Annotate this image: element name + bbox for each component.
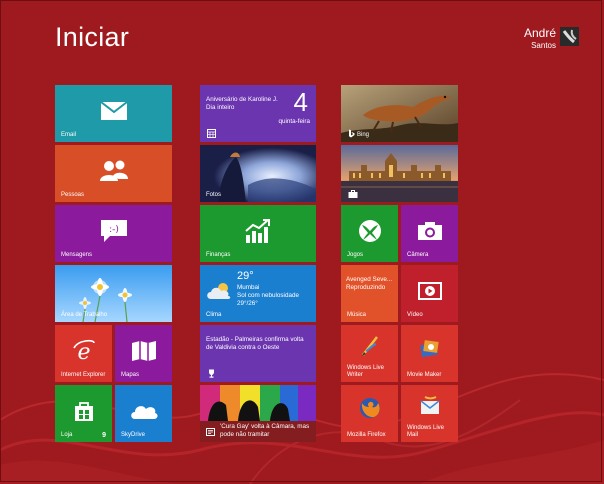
tile-bing[interactable]: Bing	[341, 85, 458, 142]
tile-label: Pessoas	[61, 192, 85, 198]
games-icon	[358, 220, 381, 243]
wlw-icon	[361, 335, 378, 356]
tile-wlw[interactable]: Windows Live Writer	[341, 325, 398, 382]
weather-range: 29°/26°	[237, 300, 258, 307]
tile-email[interactable]: Email	[55, 85, 172, 142]
tile-label: Internet Explorer	[61, 372, 106, 378]
tile-label: Mapas	[121, 372, 140, 378]
tile-label: Área de Trabalho	[61, 312, 108, 318]
tile-label: Clima	[206, 312, 222, 318]
user-last-name: Santos	[531, 41, 556, 50]
tile-label: Finanças	[206, 252, 231, 258]
tile-label: Vídeo	[407, 312, 423, 318]
news-icon	[206, 428, 215, 436]
news2-headline: 'Cura Gay' volta à Câmara, mas pode não …	[220, 423, 310, 438]
video-icon	[417, 282, 442, 301]
avatar[interactable]	[560, 27, 579, 46]
tile-wlmail[interactable]: Windows Live Mail	[401, 385, 458, 442]
weather-icon	[207, 283, 231, 299]
tile-video[interactable]: Vídeo	[401, 265, 458, 322]
firefox-icon	[359, 397, 380, 418]
tile-label: Windows Live Mail	[407, 425, 445, 438]
tile-label: Mensagens	[61, 252, 93, 258]
tile-skydrive[interactable]: SkyDrive	[115, 385, 172, 442]
page-title: Iniciar	[55, 22, 130, 52]
tile-clima[interactable]: 29° Mumbai Sol com nebulosidade 29°/26° …	[200, 265, 316, 322]
tile-label: SkyDrive	[121, 432, 146, 438]
tile-noticias[interactable]: 'Cura Gay' volta à Câmara, mas pode não …	[200, 385, 316, 442]
user-info[interactable]: André Santos	[524, 27, 556, 50]
tile-esportes[interactable]: Estadão - Palmeiras confirma volta de Va…	[200, 325, 316, 382]
bing-icon	[349, 129, 355, 138]
tile-label: Movie Maker	[407, 372, 442, 378]
weather-temp: 29°	[237, 270, 254, 282]
trophy-icon	[209, 369, 214, 378]
tile-label: Jogos	[347, 252, 364, 258]
tile-mensagens[interactable]: :-) Mensagens	[55, 205, 172, 262]
svg-text::-): :-)	[109, 225, 119, 235]
tile-ie[interactable]: e Internet Explorer	[55, 325, 112, 382]
tile-label: Loja	[61, 432, 73, 438]
tile-fotos[interactable]: Fotos	[200, 145, 316, 202]
calendar-event: Aniversário de Karoline J.	[206, 96, 278, 103]
calendar-day: 4	[293, 87, 308, 117]
tile-loja[interactable]: Loja 9	[55, 385, 112, 442]
calendar-when: Dia inteiro	[206, 104, 235, 111]
music-artist: Avenged Seve...	[346, 276, 393, 283]
news-headline: Estadão - Palmeiras confirma volta de Va…	[206, 336, 304, 351]
tile-firefox[interactable]: Mozilla Firefox	[341, 385, 398, 442]
weather-desc: Sol com nebulosidade	[237, 292, 299, 299]
tile-label: Mozilla Firefox	[347, 432, 386, 438]
finance-icon	[245, 219, 270, 244]
tile-label: Câmera	[407, 252, 429, 258]
moviemaker-icon	[419, 339, 439, 358]
tile-moviemaker[interactable]: Movie Maker	[401, 325, 458, 382]
calendar-icon	[207, 129, 216, 138]
tile-label: Fotos	[206, 192, 222, 198]
suitcase-icon	[348, 190, 358, 198]
people-icon	[99, 160, 128, 182]
tile-camera[interactable]: Câmera	[401, 205, 458, 262]
calendar-weekday: quinta-feira	[278, 118, 310, 125]
tile-label: Windows Live Writer	[347, 365, 385, 378]
maps-icon	[131, 341, 156, 362]
tile-financas[interactable]: Finanças	[200, 205, 316, 262]
message-icon: :-)	[100, 220, 127, 243]
weather-city: Mumbai	[237, 284, 260, 291]
mail-icon	[99, 101, 128, 121]
tile-label: Email	[61, 132, 77, 138]
skydrive-icon	[130, 406, 158, 420]
camera-icon	[417, 222, 442, 241]
tile-jogos[interactable]: Jogos	[341, 205, 398, 262]
wlmail-icon	[420, 395, 439, 414]
tile-musica[interactable]: Avenged Seve... Reproduzindo Música	[341, 265, 398, 322]
tile-calendario[interactable]: Aniversário de Karoline J. Dia inteiro 4…	[200, 85, 316, 142]
store-icon	[74, 402, 93, 422]
ie-icon: e	[72, 340, 95, 363]
tile-mapas[interactable]: Mapas	[115, 325, 172, 382]
music-status: Reproduzindo	[346, 284, 386, 291]
tile-label: Bing	[357, 132, 370, 138]
tile-label: Música	[347, 312, 367, 318]
tile-pessoas[interactable]: Pessoas	[55, 145, 172, 202]
user-first-name: André	[523, 26, 556, 40]
store-badge: 9	[102, 432, 106, 439]
tile-area-trabalho[interactable]: Área de Trabalho	[55, 265, 172, 322]
tile-viagens[interactable]	[341, 145, 458, 202]
travel-image	[341, 145, 458, 202]
